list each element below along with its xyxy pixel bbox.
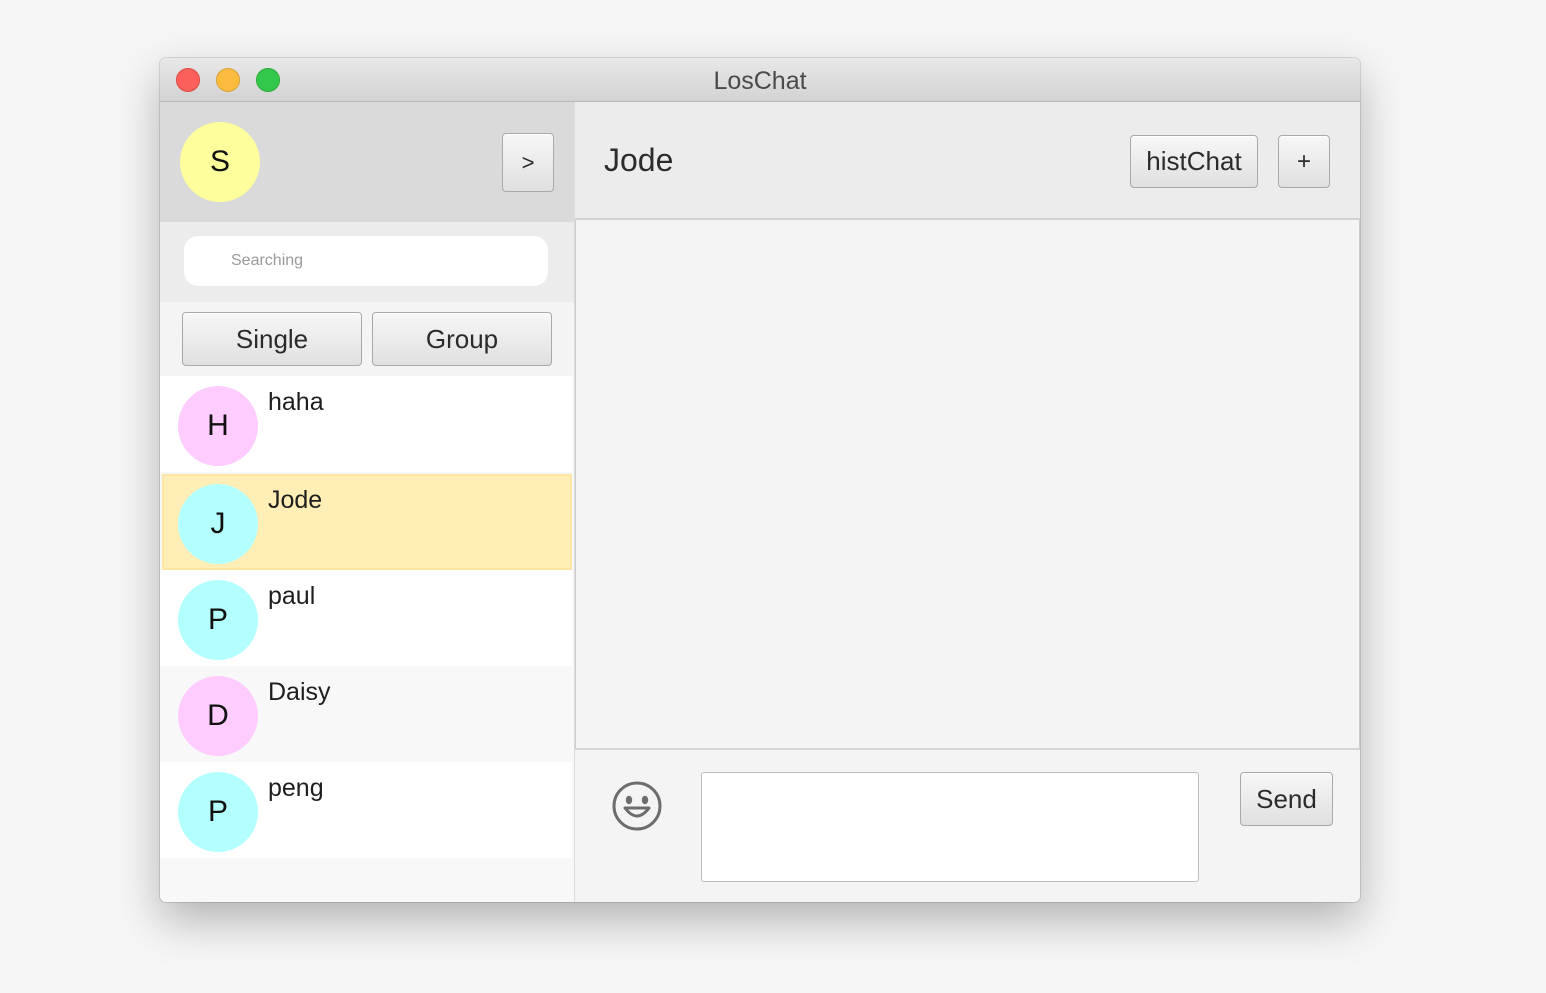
user-avatar[interactable]: S bbox=[180, 122, 260, 202]
contact-avatar: J bbox=[178, 484, 258, 564]
smiley-face-icon[interactable] bbox=[611, 780, 663, 832]
add-button[interactable]: + bbox=[1278, 135, 1330, 188]
history-chat-button[interactable]: histChat bbox=[1130, 135, 1258, 188]
contacts-pane: S > Single Group H haha J Jode P paul D bbox=[160, 102, 575, 902]
chat-title: Jode bbox=[604, 142, 674, 178]
profile-header: S > bbox=[160, 102, 574, 222]
contact-avatar: H bbox=[178, 386, 258, 466]
filter-bar: Single Group bbox=[160, 302, 574, 376]
contact-item[interactable]: J Jode bbox=[162, 474, 572, 570]
contact-item[interactable]: P paul bbox=[160, 570, 572, 666]
contact-name: peng bbox=[268, 774, 324, 802]
send-button[interactable]: Send bbox=[1240, 772, 1333, 826]
app-window: LosChat S > Single Group H haha J Jode P… bbox=[160, 58, 1360, 902]
contact-name: Jode bbox=[268, 486, 323, 514]
chat-header: Jode histChat + bbox=[575, 102, 1360, 220]
window-title: LosChat bbox=[713, 67, 807, 95]
contact-avatar: P bbox=[178, 580, 258, 660]
chat-pane: Jode histChat + Send bbox=[575, 102, 1360, 902]
single-chat-filter-button[interactable]: Single bbox=[182, 312, 362, 366]
contact-item[interactable]: P peng bbox=[160, 762, 572, 858]
group-chat-filter-button[interactable]: Group bbox=[372, 312, 552, 366]
message-area[interactable] bbox=[575, 220, 1360, 750]
title-bar: LosChat bbox=[160, 58, 1360, 102]
search-area bbox=[160, 222, 574, 302]
search-input[interactable] bbox=[184, 236, 548, 286]
contact-avatar: P bbox=[178, 772, 258, 852]
contact-item[interactable]: H haha bbox=[160, 376, 572, 472]
contact-name: Daisy bbox=[268, 678, 331, 706]
expand-button[interactable]: > bbox=[502, 133, 554, 192]
contact-item[interactable]: D Daisy bbox=[160, 666, 572, 762]
contact-avatar: D bbox=[178, 676, 258, 756]
message-input[interactable] bbox=[701, 772, 1199, 882]
message-composer: Send bbox=[575, 750, 1360, 902]
contact-name: paul bbox=[268, 582, 316, 610]
contact-name: haha bbox=[268, 388, 324, 416]
